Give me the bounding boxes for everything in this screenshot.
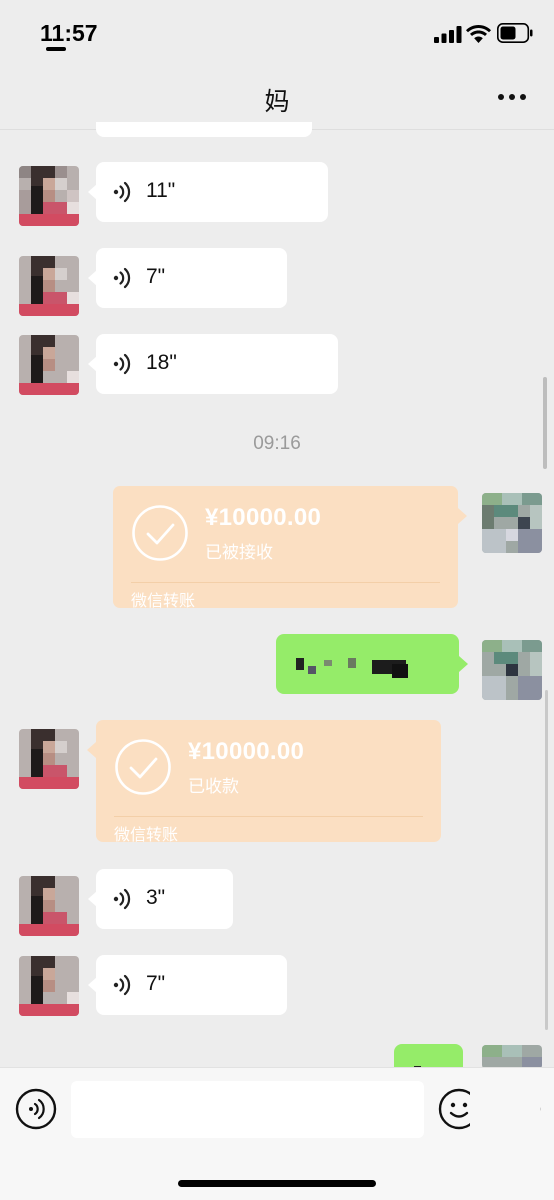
sent-text-bubble[interactable] <box>276 634 468 694</box>
contact-avatar[interactable] <box>19 335 79 395</box>
avatar-image <box>19 335 79 395</box>
scrollbar-track <box>545 690 548 1030</box>
voice-duration: 11" <box>146 179 176 202</box>
voice-input-toggle-icon[interactable] <box>15 1088 57 1130</box>
voice-message-bubble[interactable]: 7" <box>88 248 287 308</box>
message-time-label: 09:16 <box>253 433 301 454</box>
voice-wave-icon <box>113 267 131 289</box>
avatar-image <box>19 876 79 936</box>
avatar-image <box>19 256 79 316</box>
nav-bar: 妈 <box>0 64 554 130</box>
avatar-image <box>482 640 542 700</box>
voice-message-bubble[interactable]: 18" <box>88 334 338 394</box>
voice-duration: 7" <box>146 265 166 288</box>
avatar-image <box>19 956 79 1016</box>
transfer-received-check-icon <box>115 739 171 795</box>
scroll-indicator <box>543 377 547 469</box>
home-indicator[interactable] <box>178 1180 376 1187</box>
cellular-signal-icon <box>434 26 462 43</box>
pixelated-text <box>324 660 332 666</box>
transfer-status: 已被接收 <box>205 543 273 562</box>
transfer-divider <box>131 582 440 583</box>
transfer-card-received[interactable]: ¥10000.00 已收款 微信转账 <box>87 720 441 844</box>
voice-message-bubble[interactable]: 11" <box>88 162 328 222</box>
voice-duration: 18" <box>146 351 177 374</box>
transfer-amount: ¥10000.00 <box>188 738 305 765</box>
voice-message-bubble[interactable]: 3" <box>88 869 233 929</box>
location-indicator <box>46 47 66 51</box>
transfer-amount: ¥10000.00 <box>205 504 322 531</box>
status-time: 11:57 <box>40 20 98 46</box>
transfer-accepted-check-icon <box>132 505 188 561</box>
chat-screen: 11:57 妈 11" 7" 18" 09:16 ¥10000.00 已被接收 … <box>0 0 554 1200</box>
contact-avatar[interactable] <box>19 256 79 316</box>
avatar-image <box>482 1045 542 1069</box>
voice-message-bubble[interactable]: 7" <box>88 955 287 1015</box>
voice-wave-icon <box>113 353 131 375</box>
my-avatar[interactable] <box>482 640 542 700</box>
voice-duration: 7" <box>146 972 166 995</box>
battery-icon <box>497 23 533 43</box>
message-input[interactable] <box>71 1081 424 1138</box>
transfer-divider <box>114 816 423 817</box>
my-avatar[interactable] <box>482 493 542 553</box>
voice-wave-icon <box>113 974 131 996</box>
input-bar-overlay <box>470 1080 540 1130</box>
transfer-card-sent[interactable]: ¥10000.00 已被接收 微信转账 <box>113 486 467 610</box>
transfer-footer: 微信转账 <box>131 593 196 610</box>
contact-avatar[interactable] <box>19 166 79 226</box>
avatar-image <box>19 729 79 789</box>
contact-avatar[interactable] <box>19 956 79 1016</box>
contact-avatar[interactable] <box>19 876 79 936</box>
pixelated-text <box>348 658 356 668</box>
voice-wave-icon <box>113 181 131 203</box>
transfer-status: 已收款 <box>188 777 239 796</box>
avatar-image <box>19 166 79 226</box>
status-bar: 11:57 <box>0 0 554 64</box>
my-avatar[interactable] <box>482 1045 542 1069</box>
pixelated-text <box>296 658 304 670</box>
partial-message-bubble[interactable] <box>96 122 312 137</box>
voice-wave-icon <box>113 888 131 910</box>
transfer-footer: 微信转账 <box>114 827 179 844</box>
avatar-image <box>482 493 542 553</box>
pixelated-text <box>392 664 408 678</box>
more-options-icon[interactable] <box>497 92 527 102</box>
wifi-icon <box>466 25 491 43</box>
pixelated-text <box>308 666 316 674</box>
chat-title: 妈 <box>264 88 290 116</box>
contact-avatar[interactable] <box>19 729 79 789</box>
voice-duration: 3" <box>146 886 166 909</box>
